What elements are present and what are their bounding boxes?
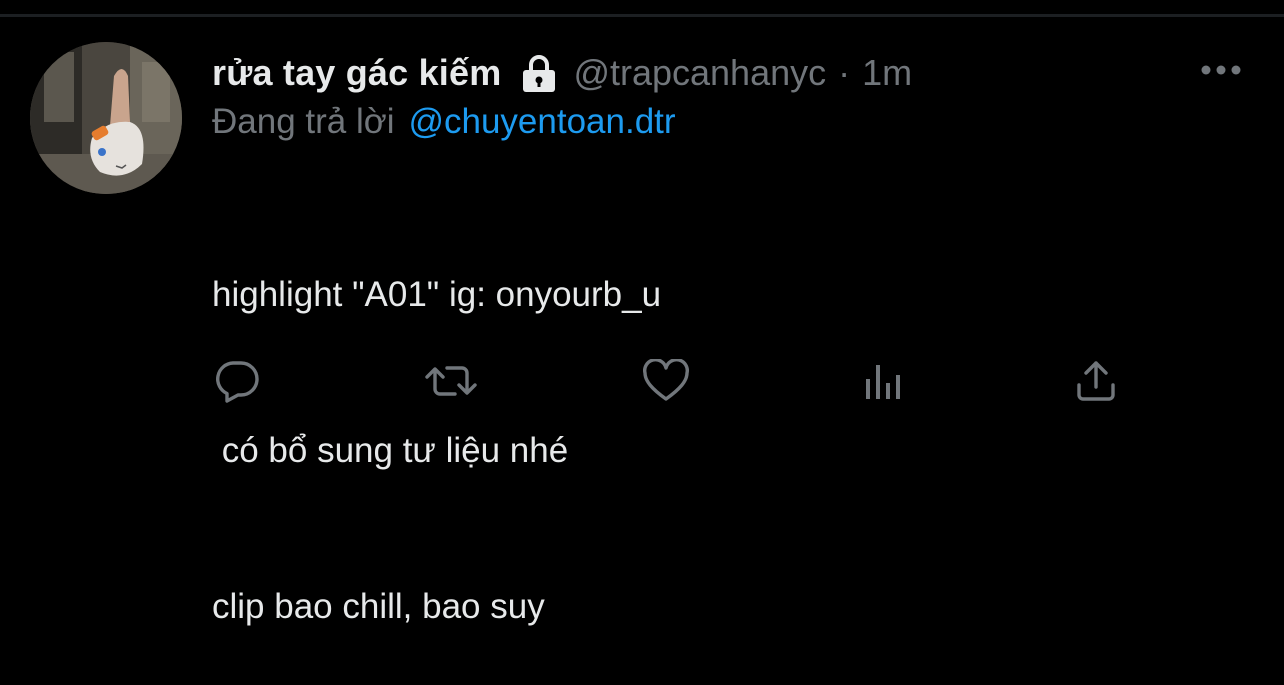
tweet-timestamp[interactable]: 1m [862,52,912,94]
tweet-text-line: có bổ sung tư liệu nhé [212,431,569,470]
reply-button[interactable] [212,356,262,406]
display-name[interactable]: rửa tay gác kiếm [212,52,501,94]
replying-to-label: Đang trả lời [212,102,395,141]
top-divider [0,14,1284,17]
tweet-actions-bar [0,356,1284,406]
reply-bubble-icon [214,359,260,403]
tweet-header: rửa tay gác kiếm @trapcanhanyc · 1m [212,48,912,98]
avatar-image [30,42,182,194]
replying-to-line: Đang trả lời @chuyentoan.dtr [212,99,676,145]
like-button[interactable] [641,356,691,406]
share-button[interactable] [1071,356,1121,406]
meta-separator: · [838,52,851,93]
analytics-bars-icon [862,361,902,401]
tweet-text-line: highlight "A01" ig: onyourb_u [212,275,662,314]
share-upload-icon [1074,359,1118,403]
user-handle[interactable]: @trapcanhanyc [573,52,826,94]
lock-icon [521,54,557,92]
more-dots-icon[interactable] [1200,60,1244,80]
views-button[interactable] [857,356,907,406]
tweet-text-line: clip bao chill, bao suy [212,587,545,626]
retweet-icon [424,361,478,401]
retweet-button[interactable] [424,356,478,406]
heart-icon [642,359,690,403]
replying-to-handle-link[interactable]: @chuyentoan.dtr [408,102,675,142]
tweet-text: highlight "A01" ig: onyourb_u có bổ sung… [212,165,661,685]
avatar[interactable] [30,42,182,194]
